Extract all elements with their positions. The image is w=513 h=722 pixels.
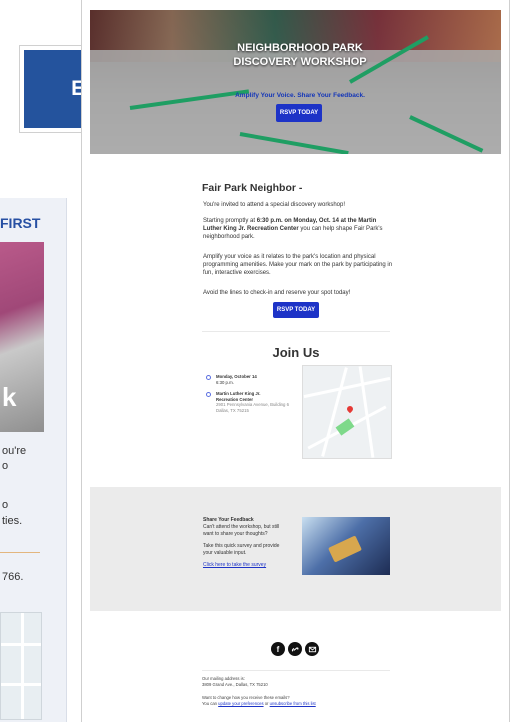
greeting: Fair Park Neighbor - [202, 182, 303, 194]
join-title: Join Us [272, 345, 320, 360]
facebook-icon[interactable]: f [271, 642, 285, 656]
details-paragraph: Starting promptly at 6:30 p.m. on Monday… [203, 217, 393, 241]
background-text-4: ties. [2, 515, 23, 527]
rsvp-button[interactable]: RSVP TODAY [273, 302, 319, 318]
email-preview: NEIGHBORHOOD PARK DISCOVERY WORKSHOP Amp… [81, 0, 510, 722]
event-time: 6:30 p.m. [216, 379, 234, 385]
intro-paragraph: You're invited to attend a special disco… [203, 202, 346, 208]
phone-image [328, 535, 362, 563]
background-photo: k [0, 242, 44, 432]
background-text-1: ou're [2, 445, 27, 457]
background-photo-text: k [2, 382, 17, 412]
hero-title-line1: NEIGHBORHOOD PARK [237, 42, 363, 54]
event-location: Martin Luther King Jr. Recreation Center… [216, 391, 296, 413]
survey-link[interactable]: Click here to take the survey [203, 562, 298, 569]
feedback-line-1: Can't attend the workshop, but still [203, 524, 280, 530]
feedback-text: Share Your Feedback Can't attend the wor… [203, 517, 298, 569]
background-heading: FIRST [0, 215, 41, 231]
section-divider [202, 331, 390, 332]
address-line-2: Dallas, TX 75215 [216, 407, 249, 413]
reserve-paragraph: Avoid the lines to check-in and reserve … [203, 290, 351, 296]
background-number: 766. [2, 571, 24, 583]
details-text: Starting promptly at [203, 218, 257, 224]
background-text-2: o [2, 460, 9, 472]
address-line-1: 2901 Pennsylvania Avenue, Building 6 [216, 402, 290, 407]
amplify-paragraph: Amplify your voice as it relates to the … [203, 254, 393, 276]
update-preferences-link[interactable]: update your preferences [218, 701, 263, 706]
footer-divider [202, 670, 390, 671]
unsubscribe-link[interactable]: unsubscribe from this list [270, 701, 316, 706]
location-map[interactable] [302, 365, 392, 459]
background-map [0, 612, 42, 720]
feedback-line-4: your valuable input. [203, 550, 247, 556]
mail-icon[interactable] [305, 642, 319, 656]
feedback-title: Share Your Feedback [203, 517, 254, 523]
map-marker-icon [345, 404, 355, 414]
hero-banner: NEIGHBORHOOD PARK DISCOVERY WORKSHOP Amp… [90, 10, 501, 154]
background-text-3: o [2, 499, 9, 511]
feedback-line-2: want to share your thoughts? [203, 531, 268, 537]
background-card: FIRST k ou're o o ties. 766. [0, 198, 67, 722]
mailing-address: 3809 Grand Ave., Dallas, TX 75210 [202, 681, 268, 687]
event-datetime: Monday, October 14 6:30 p.m. [216, 374, 296, 385]
link-icon[interactable] [288, 642, 302, 656]
hero-rsvp-button[interactable]: RSVP TODAY [276, 104, 322, 122]
mailing-info: Our mailing address is: 3809 Grand Ave.,… [202, 676, 268, 687]
feedback-photo [302, 517, 390, 575]
location-pin-icon [206, 392, 211, 397]
preferences-line: You can update your preferences or unsub… [202, 701, 402, 707]
preferences-info: Want to change how you receive these ema… [202, 695, 402, 706]
hero-tagline: Amplify Your Voice. Share Your Feedback. [235, 92, 365, 99]
hero-title: NEIGHBORHOOD PARK DISCOVERY WORKSHOP [210, 41, 390, 69]
calendar-icon [206, 375, 211, 380]
preferences-text: You can [202, 700, 219, 706]
hero-title-line2: DISCOVERY WORKSHOP [233, 56, 367, 68]
background-divider [0, 552, 40, 553]
feedback-line-3: Take this quick survey and provide [203, 543, 280, 549]
